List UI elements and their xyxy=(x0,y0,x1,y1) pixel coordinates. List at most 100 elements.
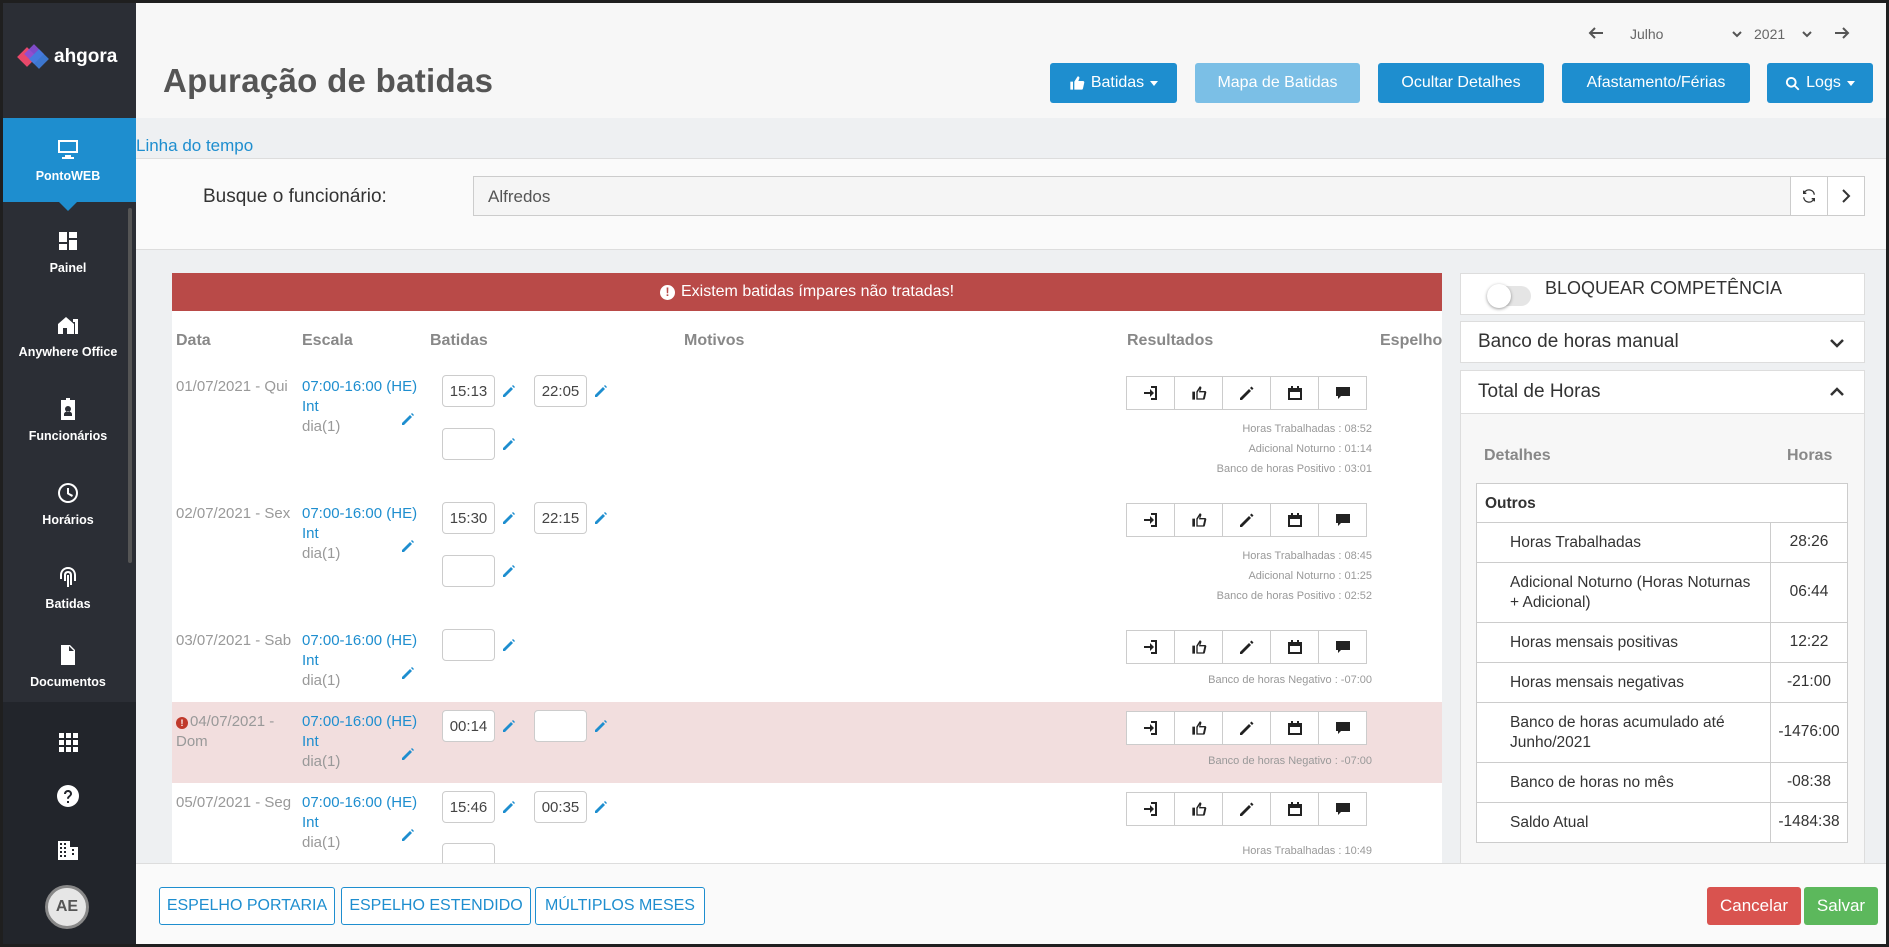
brand-logo[interactable]: ahgora xyxy=(17,44,117,70)
escala-schedule[interactable]: 07:00-16:00 (HE) xyxy=(302,793,417,813)
apps-grid-icon[interactable] xyxy=(56,730,80,754)
edit-button[interactable] xyxy=(1222,376,1271,410)
justify-button[interactable] xyxy=(1126,376,1175,410)
punch-field[interactable]: 22:15 xyxy=(534,502,587,534)
year-select[interactable]: 2021 xyxy=(1754,26,1812,42)
approve-button[interactable] xyxy=(1174,792,1223,826)
building-icon[interactable] xyxy=(56,838,80,862)
approve-button[interactable] xyxy=(1174,711,1223,745)
chevron-up-icon[interactable] xyxy=(1828,383,1846,401)
calendar-button[interactable] xyxy=(1270,792,1319,826)
sidebar-item-anywhere-office[interactable]: Anywhere Office xyxy=(0,294,136,378)
next-employee-button[interactable] xyxy=(1827,176,1865,216)
escala-schedule[interactable]: 07:00-16:00 (HE) xyxy=(302,504,417,524)
punch-field[interactable]: 00:14 xyxy=(442,710,495,742)
mapa-de-batidas-button[interactable]: Mapa de Batidas xyxy=(1195,63,1360,103)
sidebar-scrollbar[interactable] xyxy=(128,208,132,563)
cancel-button[interactable]: Cancelar xyxy=(1707,887,1801,925)
sidebar-item-documentos[interactable]: Documentos xyxy=(0,630,136,702)
bloquear-competencia-toggle[interactable] xyxy=(1487,284,1531,308)
escala-schedule[interactable]: 07:00-16:00 (HE) xyxy=(302,377,417,397)
comment-button[interactable] xyxy=(1318,792,1367,826)
row-date: 05/07/2021 - Seg xyxy=(176,794,292,811)
comment-button[interactable] xyxy=(1318,711,1367,745)
refresh-button[interactable] xyxy=(1790,176,1828,216)
justify-button[interactable] xyxy=(1126,503,1175,537)
edit-punch-icon[interactable] xyxy=(501,510,517,526)
espelho-estendido-button[interactable]: ESPELHO ESTENDIDO xyxy=(341,887,531,925)
row-escala[interactable]: 07:00-16:00 (HE) Int dia(1) xyxy=(302,793,417,853)
chevron-down-icon[interactable] xyxy=(1828,334,1846,352)
row-escala[interactable]: 07:00-16:00 (HE) Int dia(1) xyxy=(302,377,417,437)
espelho-portaria-button[interactable]: ESPELHO PORTARIA xyxy=(159,887,335,925)
sidebar-item-painel[interactable]: Painel xyxy=(0,210,136,294)
calendar-button[interactable] xyxy=(1270,503,1319,537)
ocultar-detalhes-button[interactable]: Ocultar Detalhes xyxy=(1378,63,1544,103)
punch-field-empty[interactable] xyxy=(534,710,587,742)
logs-dropdown-button[interactable]: Logs xyxy=(1767,63,1873,103)
justify-button[interactable] xyxy=(1126,792,1175,826)
punch-field[interactable]: 22:05 xyxy=(534,375,587,407)
edit-button[interactable] xyxy=(1222,792,1271,826)
sidebar-item-funcionarios[interactable]: Funcionários xyxy=(0,378,136,462)
escala-schedule[interactable]: 07:00-16:00 (HE) xyxy=(302,712,417,732)
multiplos-meses-button[interactable]: MÚLTIPLOS MESES xyxy=(535,887,705,925)
help-icon[interactable] xyxy=(56,784,80,808)
period-prev-arrow[interactable] xyxy=(1588,26,1604,40)
total-horas-header[interactable]: Total de Horas xyxy=(1461,371,1864,414)
row-escala[interactable]: 07:00-16:00 (HE) Int dia(1) xyxy=(302,631,417,691)
edit-button[interactable] xyxy=(1222,711,1271,745)
comment-button[interactable] xyxy=(1318,376,1367,410)
edit-punch-icon[interactable] xyxy=(593,510,609,526)
month-select[interactable]: Julho xyxy=(1630,26,1742,42)
employee-search-input[interactable]: Alfredos xyxy=(473,176,1803,216)
save-button[interactable]: Salvar xyxy=(1804,887,1878,925)
punch-field-empty[interactable] xyxy=(442,629,495,661)
punch-field-empty[interactable] xyxy=(442,843,495,863)
sidebar-item-pontoweb[interactable]: PontoWEB xyxy=(0,118,136,211)
edit-punch-icon[interactable] xyxy=(501,718,517,734)
approve-button[interactable] xyxy=(1174,503,1223,537)
calendar-button[interactable] xyxy=(1270,630,1319,664)
banco-horas-manual-panel[interactable]: Banco de horas manual xyxy=(1460,321,1865,363)
calendar-button[interactable] xyxy=(1270,376,1319,410)
edit-punch-icon[interactable] xyxy=(501,436,517,452)
timeline-link[interactable]: Linha do tempo xyxy=(136,136,253,156)
row-escala[interactable]: 07:00-16:00 (HE) Int dia(1) xyxy=(302,712,417,772)
edit-escala-icon[interactable] xyxy=(400,411,416,427)
calendar-button[interactable] xyxy=(1270,711,1319,745)
edit-button[interactable] xyxy=(1222,503,1271,537)
edit-punch-icon[interactable] xyxy=(501,637,517,653)
batidas-dropdown-button[interactable]: Batidas xyxy=(1050,63,1177,103)
period-next-arrow[interactable] xyxy=(1834,26,1850,40)
row-escala[interactable]: 07:00-16:00 (HE) Int dia(1) xyxy=(302,504,417,564)
avatar[interactable]: AE xyxy=(45,885,89,929)
comment-button[interactable] xyxy=(1318,630,1367,664)
edit-punch-icon[interactable] xyxy=(501,563,517,579)
edit-punch-icon[interactable] xyxy=(593,718,609,734)
edit-escala-icon[interactable] xyxy=(400,827,416,843)
approve-button[interactable] xyxy=(1174,630,1223,664)
edit-escala-icon[interactable] xyxy=(400,665,416,681)
edit-punch-icon[interactable] xyxy=(593,383,609,399)
edit-escala-icon[interactable] xyxy=(400,538,416,554)
punch-field-empty[interactable] xyxy=(442,428,495,460)
punch-field-empty[interactable] xyxy=(442,555,495,587)
approve-button[interactable] xyxy=(1174,376,1223,410)
edit-punch-icon[interactable] xyxy=(501,799,517,815)
edit-punch-icon[interactable] xyxy=(501,383,517,399)
justify-button[interactable] xyxy=(1126,711,1175,745)
sidebar-item-batidas[interactable]: Batidas xyxy=(0,546,136,630)
sidebar-item-horarios[interactable]: Horários xyxy=(0,462,136,546)
escala-schedule[interactable]: 07:00-16:00 (HE) xyxy=(302,631,417,651)
afastamento-ferias-button[interactable]: Afastamento/Férias xyxy=(1562,63,1750,103)
punch-field[interactable]: 15:13 xyxy=(442,375,495,407)
comment-button[interactable] xyxy=(1318,503,1367,537)
punch-field[interactable]: 00:35 xyxy=(534,791,587,823)
edit-escala-icon[interactable] xyxy=(400,746,416,762)
edit-punch-icon[interactable] xyxy=(593,799,609,815)
edit-button[interactable] xyxy=(1222,630,1271,664)
punch-field[interactable]: 15:46 xyxy=(442,791,495,823)
punch-field[interactable]: 15:30 xyxy=(442,502,495,534)
justify-button[interactable] xyxy=(1126,630,1175,664)
